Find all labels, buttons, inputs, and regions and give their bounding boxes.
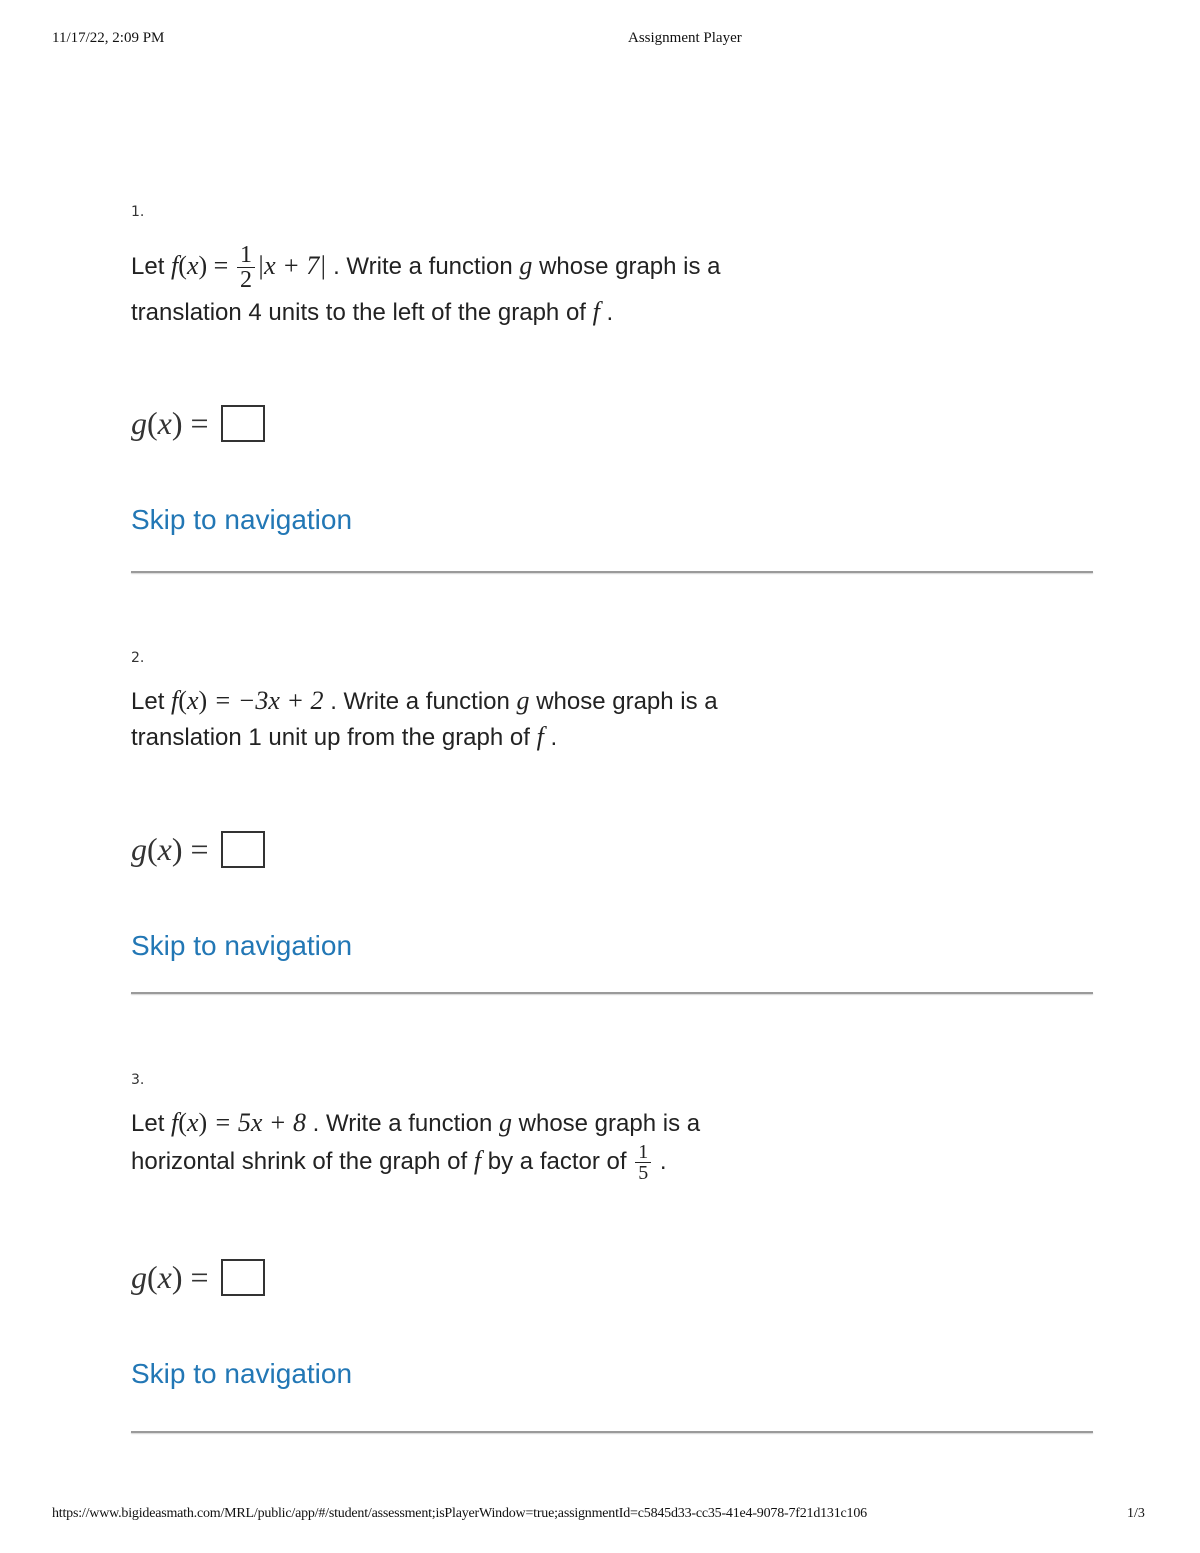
fraction-denominator: 5 xyxy=(638,1162,649,1184)
answer-row: g(x) = xyxy=(131,405,1093,442)
answer-label: g(x) = xyxy=(131,1259,209,1295)
answer-input-box[interactable] xyxy=(220,831,265,868)
function-f-lhs: f(x) = xyxy=(171,250,229,280)
answer-row: g(x) = xyxy=(131,831,1093,868)
write-function-text: . Write a function xyxy=(312,1110,493,1137)
skip-to-navigation-link[interactable]: Skip to navigation xyxy=(131,1358,352,1390)
var-g: g xyxy=(498,1108,512,1137)
print-date: 11/17/22, 2:09 PM xyxy=(52,30,165,46)
print-url: https://www.bigideasmath.com/MRL/public/… xyxy=(52,1506,867,1521)
skip-to-navigation-link[interactable]: Skip to navigation xyxy=(131,504,352,536)
skip-to-navigation-link[interactable]: Skip to navigation xyxy=(131,930,352,962)
line-end: . xyxy=(606,299,614,326)
question-number: 1. xyxy=(131,204,145,220)
question-text: Let f(x) = −3x + 2 . Write a function g … xyxy=(131,686,1093,752)
var-g: g xyxy=(519,250,533,280)
factor-text: by a factor of xyxy=(487,1147,627,1175)
let-word: Let xyxy=(131,252,165,280)
function-f-rhs: |x + 7| xyxy=(257,250,327,280)
line-end: . xyxy=(550,724,558,751)
question-number: 3. xyxy=(131,1072,145,1088)
answer-row: g(x) = xyxy=(131,1259,1093,1296)
write-function-text: . Write a function xyxy=(330,688,510,715)
question-text: Let f(x) = 5x + 8 . Write a function g w… xyxy=(131,1108,1093,1183)
print-title: Assignment Player xyxy=(628,30,742,46)
var-f: f xyxy=(473,1145,482,1175)
let-word: Let xyxy=(131,688,165,715)
question-divider xyxy=(131,571,1093,573)
question-number: 2. xyxy=(131,650,145,666)
fraction-numerator: 1 xyxy=(635,1142,652,1163)
write-function-text: . Write a function xyxy=(333,252,513,280)
question-3: 3. Let f(x) = 5x + 8 . Write a function … xyxy=(131,1072,1093,1433)
fraction-one-half: 12 xyxy=(237,243,256,293)
line-end: . xyxy=(659,1147,667,1175)
question-line2: horizontal shrink of the graph of xyxy=(131,1147,468,1175)
function-f-lhs: f(x) xyxy=(171,686,208,715)
question-line2: translation 1 unit up from the graph of xyxy=(131,724,530,751)
fraction-numerator: 1 xyxy=(237,243,256,268)
var-f: f xyxy=(592,297,600,326)
question-text: Let f(x) = 1 2 |x + 7| . Write a function … xyxy=(131,243,1093,327)
function-f-rhs: = −3x + 2 xyxy=(213,686,324,715)
question-divider xyxy=(131,1431,1093,1433)
question-1: 1. Let f(x) = 1 2 |x + 7| . Write a functi… xyxy=(131,204,1093,573)
answer-label: g(x) = xyxy=(131,405,209,441)
whose-graph-text: whose graph is a xyxy=(539,252,721,280)
function-f-lhs: f(x) xyxy=(171,1108,208,1137)
question-divider xyxy=(131,992,1093,994)
fraction-denominator: 2 xyxy=(240,267,253,293)
whose-graph-text: whose graph is a xyxy=(536,688,718,715)
question-line2: translation 4 units to the left of the g… xyxy=(131,299,586,326)
answer-input-box[interactable] xyxy=(220,1259,265,1296)
answer-label: g(x) = xyxy=(131,831,209,867)
function-f-rhs: = 5x + 8 xyxy=(213,1108,306,1137)
print-page-number: 1/3 xyxy=(1127,1506,1145,1521)
var-f: f xyxy=(536,722,544,751)
let-word: Let xyxy=(131,1110,165,1137)
fraction-one-fifth: 15 xyxy=(635,1142,652,1184)
question-2: 2. Let f(x) = −3x + 2 . Write a function… xyxy=(131,650,1093,994)
var-g: g xyxy=(516,686,530,715)
answer-input-box[interactable] xyxy=(220,405,265,442)
whose-graph-text: whose graph is a xyxy=(518,1110,701,1137)
